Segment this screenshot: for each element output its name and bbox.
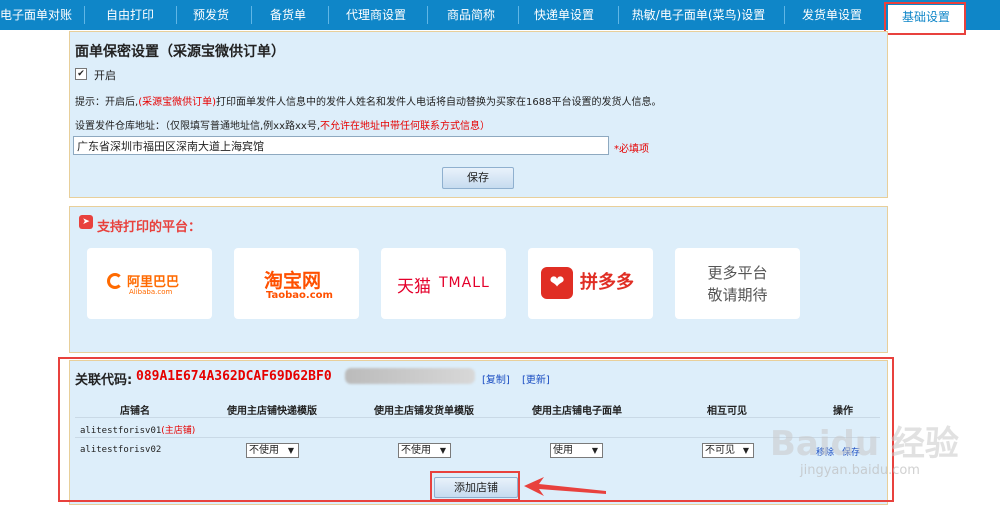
header-shop-name: 店铺名 bbox=[120, 406, 150, 417]
visible-select[interactable]: 不可见 ▼ bbox=[702, 443, 754, 458]
address-input[interactable]: 广东省深圳市福田区深南大道上海宾馆 bbox=[73, 136, 609, 155]
platform-card-more: 更多平台 敬请期待 bbox=[675, 248, 800, 319]
tab-express-settings[interactable]: 快递单设置 bbox=[528, 0, 600, 30]
alibaba-sub: Alibaba.com bbox=[129, 288, 173, 296]
tab-free-print[interactable]: 自由打印 bbox=[94, 0, 166, 30]
tmall-sub: TMALL bbox=[439, 275, 490, 291]
chevron-down-icon: ▼ bbox=[439, 446, 446, 455]
platforms-title: 支持打印的平台： bbox=[97, 220, 202, 235]
header-express-template: 使用主店铺快递模版 bbox=[227, 406, 317, 417]
pinduoduo-logo-icon: ❤ bbox=[541, 267, 573, 299]
platform-card-taobao: 淘宝网 Taobao.com bbox=[234, 248, 359, 319]
tab-agent-settings[interactable]: 代理商设置 bbox=[336, 0, 416, 30]
privacy-tip: 提示：开启后,(采源宝微供订单)打印面单发件人信息中的发件人姓名和发件人电话将自… bbox=[75, 93, 661, 108]
tab-pre-ship[interactable]: 预发货 bbox=[180, 0, 242, 30]
watermark-brand: Baidu 经验 bbox=[770, 424, 959, 464]
platform-card-tmall: 天猫 TMALL bbox=[381, 248, 506, 319]
header-divider bbox=[75, 417, 880, 418]
header-invoice-template: 使用主店铺发货单模版 bbox=[374, 406, 474, 417]
taobao-sub: Taobao.com bbox=[266, 290, 333, 301]
tip-suffix: 打印面单发件人信息中的发件人姓名和发件人电话将自动替换为买家在1688平台设置的… bbox=[216, 97, 662, 108]
tip-prefix: 提示：开启后, bbox=[75, 97, 139, 108]
chevron-down-icon: ▼ bbox=[591, 446, 598, 455]
tab-product-alias[interactable]: 商品简称 bbox=[436, 0, 506, 30]
annotation-box-add bbox=[430, 471, 520, 501]
code-value: 089A1E674A362DCAF69D62BF0 bbox=[136, 369, 332, 384]
annotation-arrow bbox=[524, 477, 606, 496]
shop-name: alitestforisv01 bbox=[80, 426, 162, 436]
copy-link[interactable]: [复制] bbox=[482, 371, 510, 386]
code-label: 关联代码: bbox=[75, 373, 133, 388]
platform-card-pinduoduo: ❤ 拼多多 bbox=[528, 248, 653, 319]
tab-thermal-waybill-settings[interactable]: 热敏/电子面单(菜鸟)设置 bbox=[626, 0, 771, 30]
tab-stock-list[interactable]: 备货单 bbox=[256, 0, 320, 30]
address-warning: 不允许在地址中带任何联系方式信息） bbox=[320, 121, 491, 132]
save-button[interactable]: 保存 bbox=[442, 167, 514, 189]
table-row: alitestforisv01(主店铺) bbox=[80, 423, 195, 436]
enable-label: 开启 bbox=[94, 69, 116, 82]
main-shop-tag: (主店铺) bbox=[161, 426, 196, 436]
invoice-template-select[interactable]: 不使用 ▼ bbox=[398, 443, 451, 458]
privacy-title: 面单保密设置（采源宝微供订单） bbox=[75, 44, 285, 60]
platform-card-alibaba: 阿里巴巴 Alibaba.com bbox=[87, 248, 212, 319]
top-nav: 电子面单对账 自由打印 预发货 备货单 代理商设置 商品简称 快递单设置 热敏/… bbox=[0, 0, 1000, 30]
header-visible: 相互可见 bbox=[707, 406, 747, 417]
waybill-value: 使用 bbox=[553, 445, 573, 456]
express-template-select[interactable]: 不使用 ▼ bbox=[246, 443, 299, 458]
header-actions: 操作 bbox=[833, 406, 853, 417]
waybill-select[interactable]: 使用 ▼ bbox=[550, 443, 603, 458]
chevron-down-icon: ▼ bbox=[742, 446, 749, 455]
alibaba-logo-icon bbox=[107, 273, 123, 289]
pinduoduo-name: 拼多多 bbox=[580, 272, 634, 293]
tmall-name: 天猫 bbox=[397, 277, 431, 297]
tab-invoice-settings[interactable]: 发货单设置 bbox=[794, 0, 870, 30]
row-divider bbox=[75, 437, 880, 438]
more-platforms: 更多平台 bbox=[707, 264, 768, 282]
tab-waybill-reconcile[interactable]: 电子面单对账 bbox=[0, 0, 72, 30]
header-waybill: 使用主店铺电子面单 bbox=[532, 406, 622, 417]
address-label: 设置发件仓库地址：（仅限填写普通地址信,例xx路xx号,不允许在地址中带任何联系… bbox=[75, 117, 490, 132]
enable-checkbox[interactable]: ✔ bbox=[75, 68, 87, 80]
tip-highlight: (采源宝微供订单) bbox=[138, 97, 216, 108]
annotation-box-tab bbox=[884, 2, 966, 35]
address-label-text: 设置发件仓库地址：（仅限填写普通地址信,例xx路xx号, bbox=[75, 121, 321, 132]
refresh-link[interactable]: [更新] bbox=[522, 371, 550, 386]
redacted-code-blur bbox=[345, 368, 475, 384]
visible-value: 不可见 bbox=[705, 445, 735, 456]
taobao-name: 淘宝网 bbox=[264, 270, 322, 292]
required-note: *必填项 bbox=[614, 144, 649, 155]
chevron-down-icon: ▼ bbox=[287, 446, 294, 455]
more-coming: 敬请期待 bbox=[707, 286, 768, 304]
shop-name: alitestforisv02 bbox=[80, 445, 162, 455]
invoice-template-value: 不使用 bbox=[401, 445, 431, 456]
express-template-value: 不使用 bbox=[249, 445, 279, 456]
send-icon: ➤ bbox=[79, 215, 93, 229]
watermark-url: jingyan.baidu.com bbox=[800, 463, 920, 478]
